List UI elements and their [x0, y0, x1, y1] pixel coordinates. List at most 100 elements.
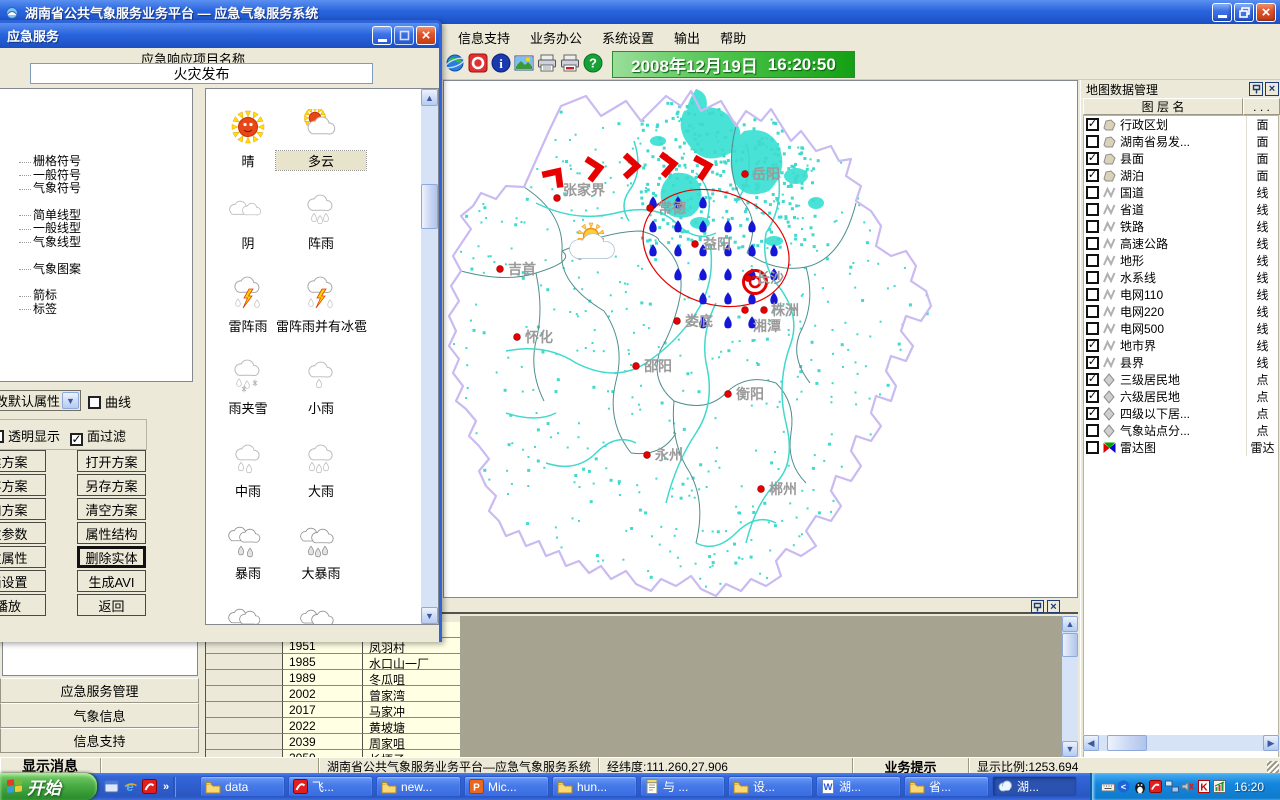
face-filter-checkbox[interactable]: ✓面过滤	[70, 426, 126, 446]
sidebar-button-信息支持[interactable]: 信息支持	[0, 728, 199, 753]
layer-row-湖泊[interactable]: ✓湖泊面	[1084, 167, 1278, 184]
restore-button[interactable]	[1234, 3, 1254, 22]
quicklaunch-fetion-icon[interactable]	[142, 779, 157, 794]
layer-checkbox[interactable]	[1086, 322, 1099, 335]
layer-checkbox[interactable]	[1086, 186, 1099, 199]
dialog-button-加方案[interactable]: 加方案	[0, 498, 46, 520]
weather-symbol-阴-icon[interactable]	[225, 191, 271, 229]
hscroll-thumb[interactable]	[1107, 735, 1147, 751]
layer-row-电网500[interactable]: 电网500线	[1084, 320, 1278, 337]
layer-checkbox[interactable]: ✓	[1086, 390, 1099, 403]
quicklaunch-window-icon[interactable]	[104, 780, 119, 793]
pin-icon[interactable]	[1031, 600, 1044, 613]
layer-row-水系线[interactable]: 水系线线	[1084, 269, 1278, 286]
sidebar-button-应急服务管理[interactable]: 应急服务管理	[0, 678, 199, 703]
tray-chart-icon[interactable]	[1212, 779, 1227, 794]
layer-checkbox[interactable]	[1086, 424, 1099, 437]
layer-checkbox[interactable]	[1086, 203, 1099, 216]
pin-icon[interactable]	[1249, 82, 1263, 96]
tray-mute-icon[interactable]	[1180, 779, 1195, 794]
layer-checkbox[interactable]	[1086, 220, 1099, 233]
layer-row-电网220[interactable]: 电网220线	[1084, 303, 1278, 320]
taskbar-task-湖...[interactable]: 湖...	[992, 776, 1077, 797]
weather-symbol-storm-3-icon[interactable]	[298, 603, 344, 624]
layer-name-column-header[interactable]: 图 层 名	[1083, 98, 1243, 115]
vscroll-thumb[interactable]	[421, 184, 438, 229]
layer-checkbox[interactable]	[1086, 441, 1099, 454]
dialog-button-建方案[interactable]: 建方案	[0, 450, 46, 472]
scroll-up-icon[interactable]: ▲	[1062, 616, 1078, 632]
tray-kaspersky-icon[interactable]: K	[1196, 779, 1211, 794]
transparent-checkbox[interactable]: 透明显示	[0, 426, 60, 445]
layer-row-地形[interactable]: 地形线	[1084, 252, 1278, 269]
weather-symbol-label[interactable]: 大暴雨	[276, 563, 366, 582]
close-panel-icon[interactable]: ×	[1047, 600, 1060, 613]
scroll-right-icon[interactable]: ▶	[1263, 735, 1279, 751]
weather-symbol-中雨-icon[interactable]	[225, 439, 271, 477]
dialog-button-改属性[interactable]: 改属性	[0, 546, 46, 568]
dialog-minimize-button[interactable]	[372, 26, 392, 45]
dialog-button-打开方案[interactable]: 打开方案	[77, 450, 146, 472]
tray-qq-icon[interactable]	[1132, 779, 1147, 794]
taskbar-task-飞...[interactable]: 飞...	[288, 776, 373, 797]
layer-row-省道[interactable]: 省道线	[1084, 201, 1278, 218]
layer-checkbox[interactable]	[1086, 305, 1099, 318]
layer-row-四级以下居...[interactable]: ✓四级以下居...点	[1084, 405, 1278, 422]
taskbar-task-new...[interactable]: new...	[376, 776, 461, 797]
resize-grip[interactable]	[1267, 761, 1279, 773]
tree-leaf-气象符号[interactable]: 气象符号	[19, 179, 81, 196]
dialog-button-生成AVI[interactable]: 生成AVI	[77, 570, 146, 592]
scroll-down-icon[interactable]: ▼	[1062, 741, 1078, 757]
layer-checkbox[interactable]	[1086, 237, 1099, 250]
taskbar-task-设...[interactable]: 设...	[728, 776, 813, 797]
sidebar-button-气象信息[interactable]: 气象信息	[0, 703, 199, 728]
start-button[interactable]: 开始	[0, 773, 97, 800]
dialog-button-返回[interactable]: 返回	[77, 594, 146, 616]
layer-checkbox[interactable]	[1086, 135, 1099, 148]
scroll-down-icon[interactable]: ▼	[421, 607, 438, 624]
layer-row-气象站点分...[interactable]: 气象站点分...点	[1084, 422, 1278, 439]
tray-lang-icon[interactable]: <	[1116, 779, 1131, 794]
layer-row-国道[interactable]: 国道线	[1084, 184, 1278, 201]
symbol-tree[interactable]: 符号栅格符号一般符号气象符号线型简单线型一般线型气象线型图案气象图案其他箭标标签	[0, 88, 193, 382]
table-row[interactable]: 2022黄坡塘	[206, 718, 460, 734]
layer-checkbox[interactable]: ✓	[1086, 373, 1099, 386]
taskbar-task-湖...[interactable]: W湖...	[816, 776, 901, 797]
table-row[interactable]: 2059长埂子	[206, 750, 460, 757]
scroll-up-icon[interactable]: ▲	[421, 89, 438, 106]
weather-symbol-阵雨-icon[interactable]	[298, 191, 344, 229]
weather-symbol-晴-icon[interactable]	[225, 109, 271, 147]
taskbar-task-省...[interactable]: 省...	[904, 776, 989, 797]
print-icon[interactable]	[537, 53, 557, 73]
quicklaunch-ie-icon[interactable]: e	[123, 779, 138, 794]
layer-row-县面[interactable]: ✓县面面	[1084, 150, 1278, 167]
layer-checkbox[interactable]	[1086, 288, 1099, 301]
weather-symbol-雷阵雨-icon[interactable]	[225, 274, 271, 312]
layer-row-高速公路[interactable]: 高速公路线	[1084, 235, 1278, 252]
layer-row-三级居民地[interactable]: ✓三级居民地点	[1084, 371, 1278, 388]
dialog-close-button[interactable]: ×	[416, 26, 436, 45]
layer-row-湖南省易发...[interactable]: 湖南省易发...面	[1084, 133, 1278, 150]
menu-item-输出[interactable]: 输出	[664, 25, 710, 50]
tree-leaf-标签[interactable]: 标签	[19, 300, 57, 317]
layer-row-电网110[interactable]: 电网110线	[1084, 286, 1278, 303]
layer-row-雷达图[interactable]: 雷达图雷达	[1084, 439, 1278, 456]
table-row[interactable]: 1985水口山一厂	[206, 654, 460, 670]
help-icon[interactable]: ?	[583, 53, 603, 73]
tree-leaf-气象图案[interactable]: 气象图案	[19, 260, 81, 277]
close-panel-icon[interactable]: ×	[1265, 82, 1279, 96]
tray-fetion-icon[interactable]	[1148, 779, 1163, 794]
weather-symbol-多云-icon[interactable]	[298, 109, 344, 147]
dialog-maximize-button[interactable]	[394, 26, 414, 45]
dialog-button-画设置[interactable]: 画设置	[0, 570, 46, 592]
layer-row-县界[interactable]: ✓县界线	[1084, 354, 1278, 371]
menu-item-信息支持[interactable]: 信息支持	[448, 25, 520, 50]
layer-checkbox[interactable]: ✓	[1086, 118, 1099, 131]
vscroll-thumb[interactable]	[1062, 633, 1078, 657]
table-row[interactable]: 2002曾家湾	[206, 686, 460, 702]
chevron-down-icon[interactable]: ▼	[62, 392, 79, 409]
layer-checkbox[interactable]: ✓	[1086, 152, 1099, 165]
layer-row-铁路[interactable]: 铁路线	[1084, 218, 1278, 235]
taskbar-task-与 ...[interactable]: 与 ...	[640, 776, 725, 797]
layer-row-六级居民地[interactable]: ✓六级居民地点	[1084, 388, 1278, 405]
